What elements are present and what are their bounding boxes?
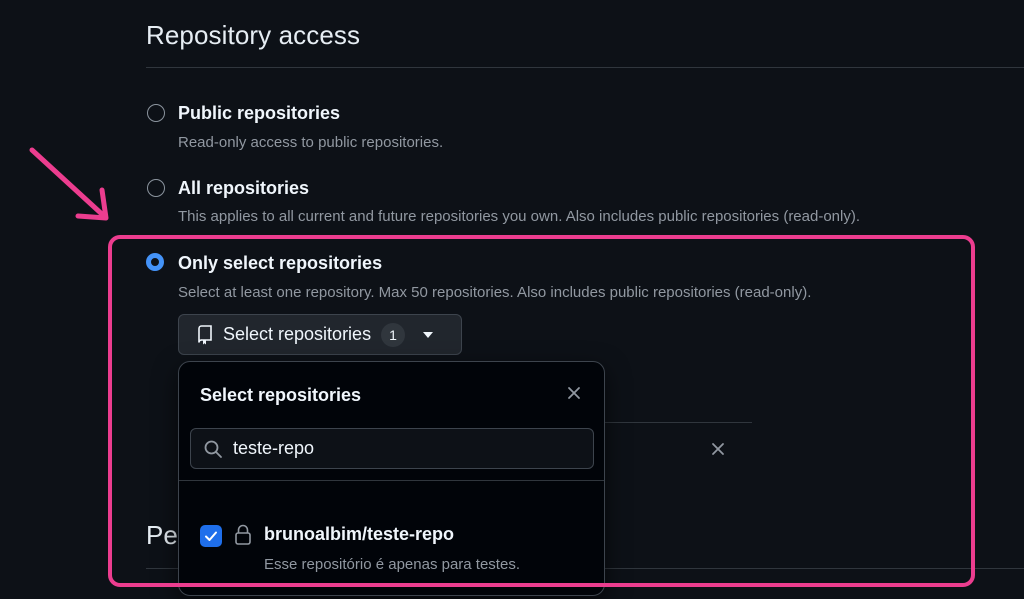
option-all-label[interactable]: All repositories xyxy=(178,178,309,199)
option-public-description: Read-only access to public repositories. xyxy=(178,134,444,151)
annotation-highlight-box xyxy=(108,235,975,587)
radio-public-repositories[interactable] xyxy=(147,104,165,122)
option-all-description: This applies to all current and future r… xyxy=(178,208,861,225)
option-public-label[interactable]: Public repositories xyxy=(178,103,340,124)
radio-all-repositories[interactable] xyxy=(147,179,165,197)
section-title: Repository access xyxy=(146,20,361,50)
section-divider xyxy=(146,67,1024,68)
annotation-arrow-icon xyxy=(29,147,109,221)
